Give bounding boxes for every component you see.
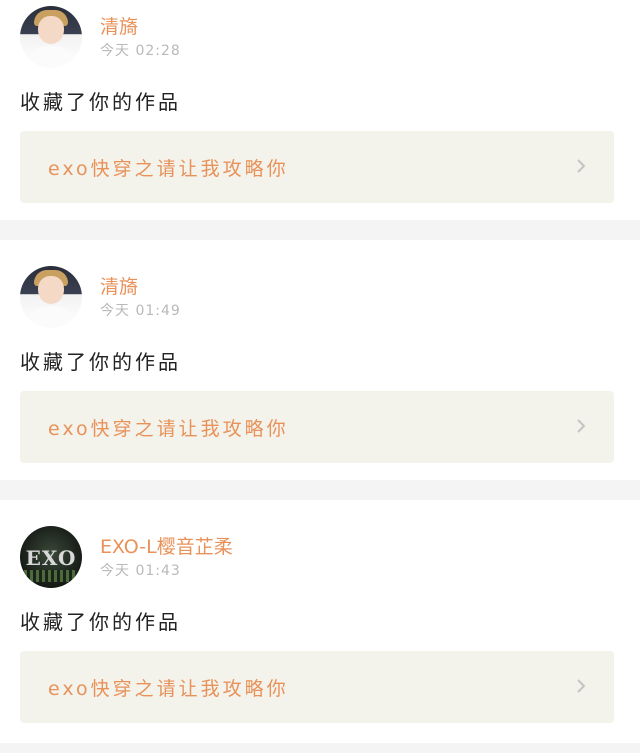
work-link[interactable]: exo快穿之请让我攻略你: [20, 131, 614, 203]
avatar[interactable]: EXO: [20, 526, 82, 588]
chevron-right-icon: [577, 679, 586, 693]
notification-card: 清旖 今天 01:49 收藏了你的作品 exo快穿之请让我攻略你: [0, 240, 640, 480]
notification-card: EXO EXO-L樱音芷柔 今天 01:43 收藏了你的作品 exo快穿之请让我…: [0, 500, 640, 743]
chevron-right-icon: [577, 159, 586, 173]
username[interactable]: EXO-L樱音芷柔: [100, 532, 233, 559]
work-title: exo快穿之请让我攻略你: [48, 418, 289, 440]
avatar[interactable]: [20, 266, 82, 328]
notification-card: 清旖 今天 02:28 收藏了你的作品 exo快穿之请让我攻略你: [0, 0, 640, 220]
notification-feed: 清旖 今天 02:28 收藏了你的作品 exo快穿之请让我攻略你 清旖 今天 0…: [0, 0, 640, 753]
action-text: 收藏了你的作品: [20, 350, 181, 374]
timestamp: 今天 01:43: [100, 563, 181, 579]
action-text: 收藏了你的作品: [20, 90, 181, 114]
avatar[interactable]: [20, 6, 82, 68]
timestamp: 今天 02:28: [100, 43, 181, 59]
work-title: exo快穿之请让我攻略你: [48, 678, 289, 700]
username[interactable]: 清旖: [100, 12, 138, 39]
action-text: 收藏了你的作品: [20, 610, 181, 634]
work-title: exo快穿之请让我攻略你: [48, 158, 289, 180]
work-link[interactable]: exo快穿之请让我攻略你: [20, 391, 614, 463]
timestamp: 今天 01:49: [100, 303, 181, 319]
work-link[interactable]: exo快穿之请让我攻略你: [20, 651, 614, 723]
chevron-right-icon: [577, 419, 586, 433]
username[interactable]: 清旖: [100, 272, 138, 299]
